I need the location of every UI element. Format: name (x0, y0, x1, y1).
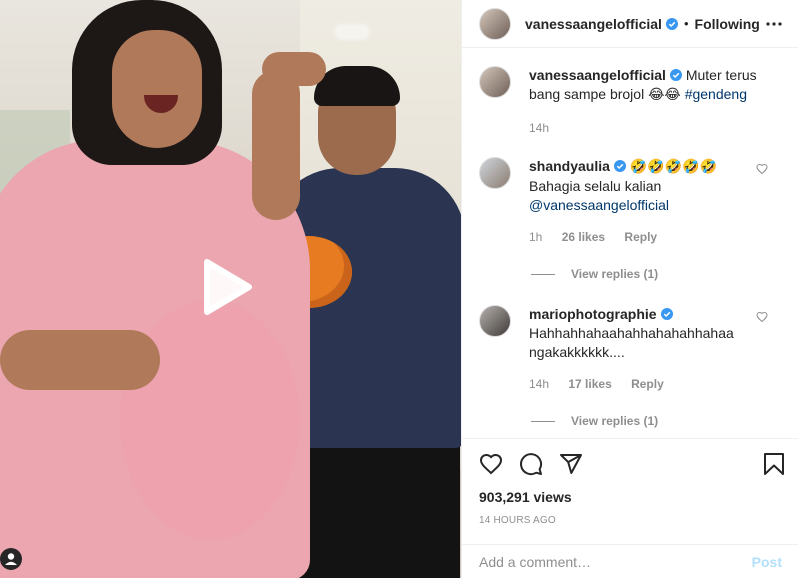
comment-username[interactable]: mariophotographie (529, 306, 657, 322)
man-hair (314, 66, 400, 106)
post-actions-section: 903,291 views 14 HOURS AGO (462, 438, 798, 526)
comment-meta: 14h 17 likes Reply (529, 375, 784, 394)
comment-icon[interactable] (518, 451, 544, 477)
verified-badge-icon (660, 308, 673, 320)
comment-item: shandyaulia 🤣🤣🤣🤣🤣 Bahagia selalu kalian … (479, 157, 784, 247)
verified-badge-icon (613, 160, 626, 172)
comment-text: Bahagia selalu kalian (529, 178, 662, 194)
comment-item: mariophotographie Hahhahhahaahahhahahahh… (479, 305, 784, 394)
view-replies-label: View replies (1) (571, 414, 659, 428)
likes-count-button[interactable]: 26 likes (562, 230, 605, 244)
comments-list: vanessaangelofficial Muter terus bang sa… (462, 48, 798, 428)
post-timestamp[interactable]: 14 HOURS AGO (462, 515, 798, 526)
man-legs (290, 440, 460, 578)
view-replies-button[interactable]: View replies (1) (531, 267, 784, 281)
comment-meta: 1h 26 likes Reply (529, 228, 784, 247)
following-button[interactable]: Following (695, 16, 760, 32)
replies-divider-line (531, 420, 555, 422)
comment-emojis: 🤣🤣🤣🤣🤣 (629, 159, 717, 175)
separator-dot: • (683, 16, 689, 31)
avatar[interactable] (479, 157, 511, 189)
bookmark-icon[interactable] (761, 451, 787, 477)
hashtag-link[interactable]: #gendeng (685, 86, 747, 102)
comment-age: 1h (529, 230, 543, 244)
comment-body: mariophotographie Hahhahhahaahahhahahahh… (529, 305, 784, 394)
comment-text-continued: ngakakkkkkk.... (529, 344, 625, 360)
caption-username[interactable]: vanessaangelofficial (529, 67, 666, 83)
view-count[interactable]: 903,291 views (462, 489, 798, 505)
caption-age: 14h (529, 121, 550, 135)
woman-raised-arm (252, 70, 300, 220)
comment-input[interactable] (479, 553, 744, 570)
likes-count-button[interactable]: 17 likes (568, 377, 611, 391)
action-bar (462, 439, 798, 489)
view-replies-button[interactable]: View replies (1) (531, 414, 784, 428)
avatar[interactable] (479, 7, 511, 40)
woman-arm-on-hip (0, 330, 160, 390)
caption-meta: 14h (529, 119, 784, 138)
woman-face (112, 30, 202, 148)
play-icon[interactable] (189, 252, 259, 322)
verified-badge-icon (665, 17, 678, 30)
post-video[interactable] (0, 0, 461, 578)
author-username[interactable]: vanessaangelofficial (525, 16, 662, 32)
heart-icon[interactable] (756, 163, 768, 175)
avatar[interactable] (479, 66, 511, 98)
reply-button[interactable]: Reply (631, 377, 664, 391)
verified-badge-icon (669, 69, 682, 81)
caption-body: vanessaangelofficial Muter terus bang sa… (529, 66, 784, 138)
post-header: vanessaangelofficial • Following (462, 0, 798, 48)
reply-button[interactable]: Reply (624, 230, 657, 244)
heart-icon[interactable] (756, 311, 768, 323)
add-comment-bar: Post (462, 544, 798, 578)
replies-divider-line (531, 273, 555, 275)
view-replies-label: View replies (1) (571, 267, 659, 281)
ceiling-lamp (336, 26, 368, 38)
caption: vanessaangelofficial Muter terus bang sa… (479, 66, 784, 138)
post-comment-button[interactable]: Post (752, 554, 782, 570)
comment-username[interactable]: shandyaulia (529, 158, 610, 174)
comment-body: shandyaulia 🤣🤣🤣🤣🤣 Bahagia selalu kalian … (529, 157, 784, 247)
heart-icon[interactable] (478, 451, 504, 477)
comment-age: 14h (529, 377, 550, 391)
share-icon[interactable] (558, 451, 584, 477)
comment-text: Hahhahhahaahahhahahahhahaa (529, 325, 734, 341)
user-tag-icon[interactable] (0, 548, 22, 570)
post-details-panel: vanessaangelofficial • Following vanessa… (461, 0, 798, 578)
mention-link[interactable]: @vanessaangelofficial (529, 196, 784, 215)
woman-pointing-hand (262, 52, 326, 86)
avatar[interactable] (479, 305, 511, 337)
more-horizontal-icon[interactable] (764, 14, 784, 34)
